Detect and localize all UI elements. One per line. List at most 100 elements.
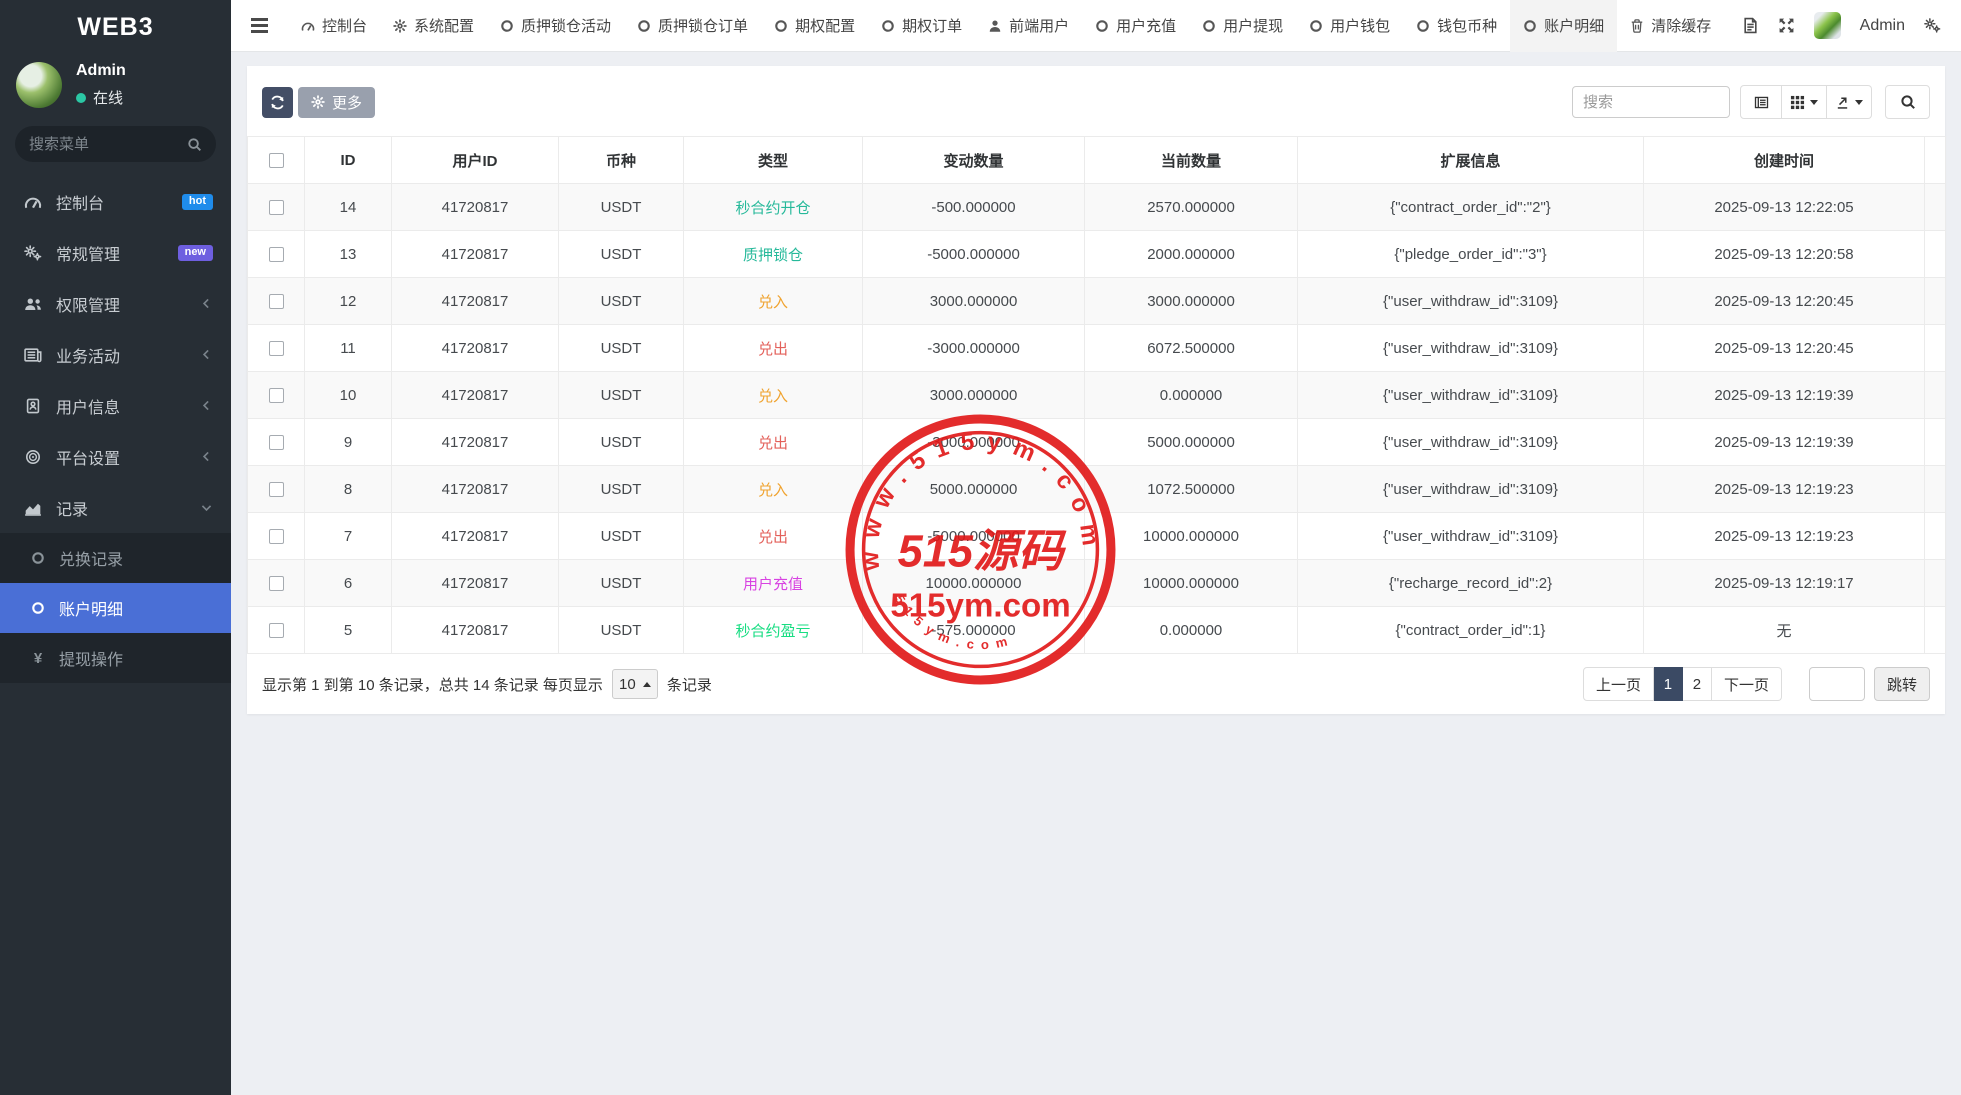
column-header: 创建时间 — [1644, 137, 1925, 184]
jump-page-input[interactable] — [1809, 667, 1865, 701]
admin-username[interactable]: Admin — [1860, 17, 1905, 35]
sidebar-menu: 控制台hot常规管理new权限管理业务活动用户信息平台设置记录兑换记录账户明细 ¥… — [0, 176, 231, 683]
cell-id: 6 — [305, 560, 392, 607]
jump-button[interactable]: 跳转 — [1874, 667, 1930, 701]
export-button[interactable] — [1827, 85, 1872, 119]
row-checkbox[interactable] — [269, 247, 284, 262]
content-card: 更多 ID用户ID币种类型变动数量当前数量扩展信息创建时间 1441720817… — [247, 66, 1945, 714]
caret-down-icon — [1810, 100, 1818, 105]
cell-created-time: 2025-09-13 12:20:45 — [1644, 325, 1925, 372]
tab-pledge-orders[interactable]: 质押锁仓订单 — [624, 0, 761, 52]
tab-wallet-coins[interactable]: 钱包币种 — [1403, 0, 1510, 52]
row-checkbox[interactable] — [269, 435, 284, 450]
next-page-button[interactable]: 下一页 — [1712, 667, 1782, 701]
row-checkbox[interactable] — [269, 482, 284, 497]
cell-change-amount: -575.000000 — [863, 607, 1085, 654]
target-icon — [22, 448, 43, 466]
cell-type: 兑入 — [684, 372, 863, 419]
sidebar-item-business-activity[interactable]: 业务活动 — [0, 329, 231, 380]
row-checkbox[interactable] — [269, 623, 284, 638]
cell-change-amount: -3000.000000 — [863, 419, 1085, 466]
tab-system-config[interactable]: 系统配置 — [380, 0, 487, 52]
sidebar-item-permission-management[interactable]: 权限管理 — [0, 278, 231, 329]
sidebar-item-label: 提现操作 — [59, 646, 123, 670]
fullscreen-icon[interactable] — [1778, 17, 1795, 34]
sidebar-search-input[interactable] — [29, 136, 179, 153]
tab-option-orders[interactable]: 期权订单 — [868, 0, 975, 52]
caret-up-icon — [643, 682, 651, 687]
cell-created-time: 2025-09-13 12:19:23 — [1644, 513, 1925, 560]
tab-dashboard[interactable]: 控制台 — [288, 0, 380, 52]
tab-user-recharge[interactable]: 用户充值 — [1082, 0, 1189, 52]
sidebar-item-label: 账户明细 — [59, 596, 123, 620]
avatar[interactable] — [16, 62, 62, 108]
more-button[interactable]: 更多 — [298, 87, 375, 118]
dashboard-icon — [22, 193, 43, 211]
sidebar-item-user-info[interactable]: 用户信息 — [0, 380, 231, 431]
tab-account-details[interactable]: 账户明细 — [1510, 0, 1617, 52]
new-badge: new — [178, 245, 213, 261]
cell-type: 兑出 — [684, 513, 863, 560]
cell-type: 兑出 — [684, 325, 863, 372]
columns-button[interactable] — [1782, 85, 1827, 119]
detail-view-button[interactable] — [1740, 85, 1782, 119]
cell-type: 质押锁仓 — [684, 231, 863, 278]
sidebar-item-records[interactable]: 记录 — [0, 482, 231, 533]
admin-avatar[interactable] — [1814, 12, 1841, 39]
cell-user-id: 41720817 — [392, 184, 559, 231]
sidebar: WEB3 Admin 在线 控制台hot常规管理new权限管理业务活动用户信息平… — [0, 0, 231, 1095]
select-all-checkbox[interactable] — [269, 153, 284, 168]
search-button[interactable] — [1885, 85, 1930, 119]
cell-id: 7 — [305, 513, 392, 560]
record-summary-suffix: 条记录 — [667, 674, 712, 695]
page-2-button[interactable]: 2 — [1683, 667, 1712, 701]
sidebar-item-platform-settings[interactable]: 平台设置 — [0, 431, 231, 482]
sidebar-item-exchange-records[interactable]: 兑换记录 — [0, 533, 231, 583]
settings-gears-icon[interactable] — [1924, 17, 1941, 34]
circle-icon — [637, 19, 651, 33]
table-search-input[interactable] — [1572, 86, 1730, 118]
docs-icon[interactable] — [1742, 17, 1759, 34]
row-checkbox[interactable] — [269, 529, 284, 544]
tab-frontend-users[interactable]: 前端用户 — [975, 0, 1082, 52]
cell-current-amount: 0.000000 — [1085, 372, 1298, 419]
cell-extra-info: {"user_withdraw_id":3109} — [1298, 278, 1644, 325]
row-checkbox[interactable] — [269, 294, 284, 309]
row-checkbox[interactable] — [269, 200, 284, 215]
page-1-button[interactable]: 1 — [1654, 667, 1683, 701]
table-row: 1241720817USDT兑入3000.0000003000.000000{"… — [248, 278, 1946, 325]
tab-user-wallet[interactable]: 用户钱包 — [1296, 0, 1403, 52]
prev-page-button[interactable]: 上一页 — [1583, 667, 1654, 701]
sidebar-item-dashboard[interactable]: 控制台hot — [0, 176, 231, 227]
row-checkbox[interactable] — [269, 341, 284, 356]
tab-label: 清除缓存 — [1651, 15, 1711, 36]
cell-current-amount: 1072.500000 — [1085, 466, 1298, 513]
sidebar-item-general-management[interactable]: 常规管理new — [0, 227, 231, 278]
table-row: 641720817USDT用户充值10000.00000010000.00000… — [248, 560, 1946, 607]
tab-user-withdraw[interactable]: 用户提现 — [1189, 0, 1296, 52]
cell-extra-info: {"contract_order_id":"2"} — [1298, 184, 1644, 231]
sidebar-item-account-details[interactable]: 账户明细 — [0, 583, 231, 633]
cell-type: 兑入 — [684, 278, 863, 325]
cell-change-amount: -5000.000000 — [863, 231, 1085, 278]
tab-pledge-activity[interactable]: 质押锁仓活动 — [487, 0, 624, 52]
cogs-icon — [22, 244, 43, 262]
row-checkbox[interactable] — [269, 576, 284, 591]
tab-clear-cache[interactable]: 清除缓存 — [1617, 0, 1724, 52]
cell-coin: USDT — [559, 372, 684, 419]
sidebar-item-label: 记录 — [56, 496, 88, 520]
online-dot — [76, 93, 86, 103]
cell-user-id: 41720817 — [392, 325, 559, 372]
table-body: 1441720817USDT秒合约开仓-500.0000002570.00000… — [248, 184, 1946, 654]
hamburger-menu-icon[interactable] — [231, 18, 288, 33]
refresh-button[interactable] — [262, 87, 293, 118]
tab-option-config[interactable]: 期权配置 — [761, 0, 868, 52]
row-checkbox[interactable] — [269, 388, 284, 403]
cell-extra-info: {"user_withdraw_id":3109} — [1298, 325, 1644, 372]
cell-type: 用户充值 — [684, 560, 863, 607]
column-header: 变动数量 — [863, 137, 1085, 184]
trash-icon — [1630, 19, 1644, 33]
page-size-select[interactable]: 10 — [612, 669, 658, 699]
sidebar-item-withdraw-operations[interactable]: ¥提现操作 — [0, 633, 231, 683]
table-row: 1341720817USDT质押锁仓-5000.0000002000.00000… — [248, 231, 1946, 278]
